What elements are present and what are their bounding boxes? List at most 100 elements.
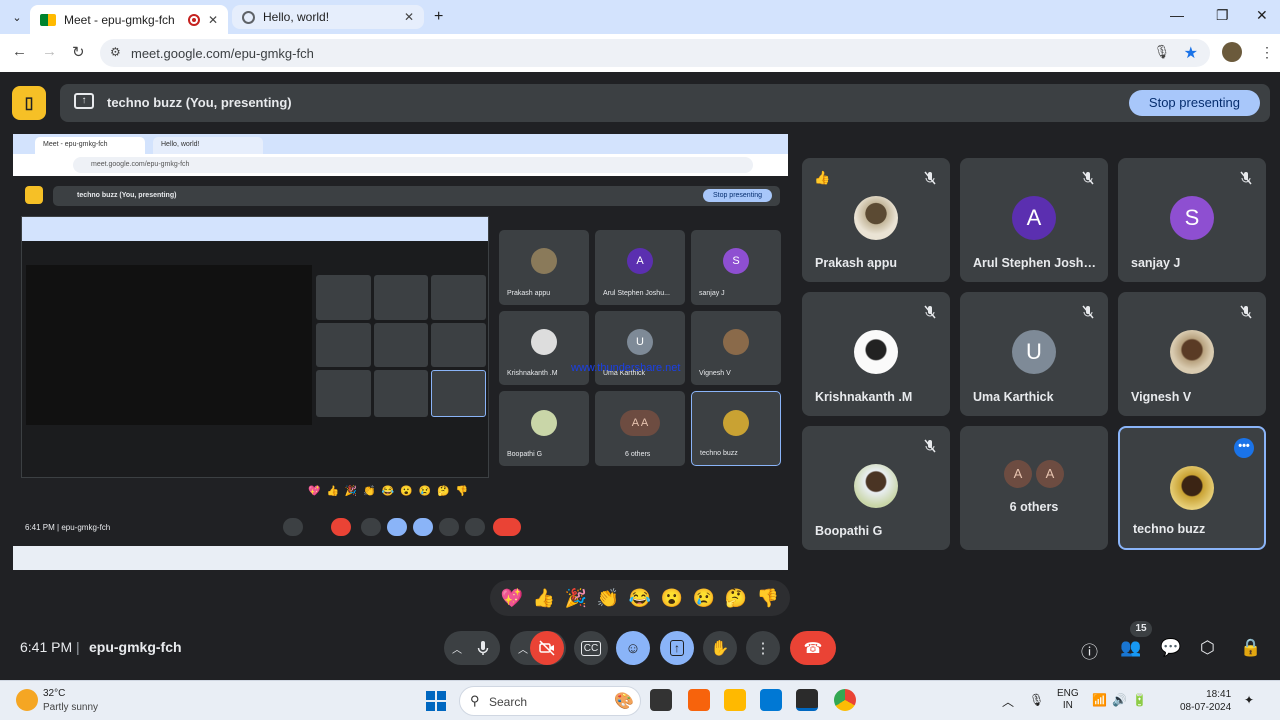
reload-icon[interactable]: ↻: [72, 43, 85, 61]
participant-tile-krishnakanth[interactable]: Krishnakanth .M: [802, 292, 950, 416]
presenting-label: techno buzz (You, presenting): [107, 95, 292, 110]
mini-bottom-bar: 6:41 PM | epu-gmkg-fch: [13, 514, 788, 544]
leave-call-button[interactable]: ☎: [790, 631, 836, 665]
windows-start-icon[interactable]: [426, 691, 446, 711]
language-indicator[interactable]: ENG IN: [1057, 688, 1079, 712]
mini-tile: techno buzz: [691, 391, 781, 466]
new-tab-icon[interactable]: +: [434, 8, 443, 26]
tab-hello-world[interactable]: Hello, world! ✕: [232, 5, 424, 29]
meet-favicon-icon: [40, 13, 56, 26]
address-bar[interactable]: ⚙ meet.google.com/epu-gmkg-fch 🎙 ★: [100, 39, 1210, 67]
camera-off-button[interactable]: [530, 631, 564, 665]
reaction-clap[interactable]: 👏: [597, 588, 619, 609]
battery-icon[interactable]: 🔋: [1132, 693, 1147, 707]
recording-icon: [187, 13, 200, 26]
maximize-icon[interactable]: ❐: [1216, 7, 1229, 24]
mini-tile: Krishnakanth .M: [499, 310, 589, 386]
taskbar-search[interactable]: ⚲ Search 🎨: [459, 686, 641, 716]
reaction-thumbs-down[interactable]: 👎: [757, 588, 779, 609]
stop-presenting-button[interactable]: Stop presenting: [1128, 90, 1260, 116]
window-close-icon[interactable]: ✕: [1256, 7, 1268, 24]
temperature: 32°C: [43, 688, 66, 699]
mini-tile: Ssanjay J: [691, 230, 781, 305]
close-tab-icon[interactable]: ✕: [404, 10, 414, 24]
present-button[interactable]: ↑: [660, 631, 694, 665]
participant-tile-uma[interactable]: U Uma Karthick: [960, 292, 1108, 416]
participant-tile-prakash[interactable]: 👍 Prakash appu: [802, 158, 950, 282]
back-icon[interactable]: ←: [12, 43, 27, 60]
more-options-button[interactable]: ⋮: [746, 631, 780, 665]
mini-tile: Vignesh V: [691, 310, 781, 386]
browser-toolbar: ← → ↻ ⚙ meet.google.com/epu-gmkg-fch 🎙 ★: [0, 34, 1280, 72]
participant-tile-self[interactable]: ••• techno buzz: [1118, 426, 1266, 550]
mini-logo-icon: [25, 186, 43, 204]
reactions-bar: 💖 👍 🎉 👏 😂 😮 😢 🤔 👎: [490, 580, 790, 616]
clock[interactable]: 18:41 08-07-2024: [1180, 688, 1231, 714]
forward-icon[interactable]: →: [42, 43, 57, 60]
participant-tile-others[interactable]: A A 6 others: [960, 426, 1108, 550]
participant-tile-arul[interactable]: A Arul Stephen Joshu...: [960, 158, 1108, 282]
others-label: 6 others: [1009, 500, 1059, 514]
tab-meet[interactable]: Meet - epu-gmkg-fch ✕: [30, 5, 228, 34]
present-icon: ↑: [670, 640, 684, 656]
site-info-icon[interactable]: ⚙: [110, 45, 121, 59]
activities-icon[interactable]: ⬡: [1200, 638, 1215, 658]
reaction-laugh[interactable]: 😂: [629, 588, 651, 609]
participant-tile-boopathi[interactable]: Boopathi G: [802, 426, 950, 550]
mic-off-icon: [924, 171, 936, 185]
presenting-logo-icon: ▯: [12, 86, 46, 120]
sticky-notes-icon[interactable]: [796, 689, 818, 711]
reaction-surprised[interactable]: 😮: [661, 588, 683, 609]
present-screen-icon: ↑: [74, 93, 94, 109]
mini-participant-grid: Prakash appu A Arul Stephen Joshu... Ssan…: [499, 230, 781, 466]
participant-tile-sanjay[interactable]: S sanjay J: [1118, 158, 1266, 282]
close-tab-icon[interactable]: ✕: [208, 13, 218, 27]
profile-avatar[interactable]: [1222, 42, 1242, 62]
task-view-icon[interactable]: [650, 689, 672, 711]
mini-time-code: 6:41 PM | epu-gmkg-fch: [25, 523, 111, 532]
chrome-icon[interactable]: [834, 689, 856, 711]
mini-toolbar: meet.google.com/epu-gmkg-fch: [13, 154, 788, 176]
app-icon[interactable]: [688, 689, 710, 711]
tab-search-icon[interactable]: ⌄: [8, 8, 26, 26]
bookmark-star-icon[interactable]: ★: [1184, 43, 1198, 63]
file-explorer-icon[interactable]: [724, 689, 746, 711]
mic-icon: [477, 641, 489, 655]
emoji-button[interactable]: ☺: [616, 631, 650, 665]
mic-icon[interactable]: 🎙: [1153, 44, 1170, 60]
host-controls-icon[interactable]: 🔒: [1240, 638, 1261, 658]
tray-chevron-icon[interactable]: ︿: [1002, 693, 1014, 710]
participant-photo: [1170, 330, 1214, 374]
participant-name: sanjay J: [1131, 256, 1181, 270]
info-icon[interactable]: ⓘ: [1081, 638, 1098, 663]
captions-button[interactable]: CC: [574, 631, 608, 665]
reaction-thinking[interactable]: 🤔: [725, 588, 747, 609]
participant-tile-vignesh[interactable]: Vignesh V: [1118, 292, 1266, 416]
reaction-party[interactable]: 🎉: [565, 588, 587, 609]
raise-hand-button[interactable]: ✋: [703, 631, 737, 665]
copilot-icon[interactable]: ✦: [1244, 693, 1254, 707]
weather-icon[interactable]: [16, 689, 38, 711]
camera-off-icon: [539, 640, 555, 656]
others-avatar: A: [1036, 460, 1064, 488]
reaction-thumbs-up[interactable]: 👍: [533, 588, 555, 609]
captions-icon: CC: [580, 640, 602, 656]
vscode-icon[interactable]: [760, 689, 782, 711]
tray-mic-icon[interactable]: 🎙: [1029, 693, 1044, 707]
more-options-icon[interactable]: •••: [1234, 438, 1254, 458]
reaction-heart[interactable]: 💖: [501, 588, 523, 609]
mic-button[interactable]: [466, 631, 500, 665]
mic-off-icon: [1240, 305, 1252, 319]
weather-condition: Partly sunny: [43, 702, 99, 713]
participant-photo: [854, 330, 898, 374]
wifi-icon[interactable]: 📶: [1092, 693, 1107, 707]
mic-off-icon: [1082, 171, 1094, 185]
mini-tab: Hello, world!: [153, 137, 263, 154]
url-text[interactable]: meet.google.com/epu-gmkg-fch: [131, 46, 314, 61]
browser-menu-icon[interactable]: ⋮: [1260, 44, 1274, 61]
minimize-icon[interactable]: —: [1170, 7, 1184, 23]
chat-icon[interactable]: 💬: [1160, 638, 1181, 658]
reaction-sad[interactable]: 😢: [693, 588, 715, 609]
people-icon[interactable]: 👥: [1120, 638, 1141, 658]
volume-icon[interactable]: 🔊: [1112, 693, 1127, 707]
